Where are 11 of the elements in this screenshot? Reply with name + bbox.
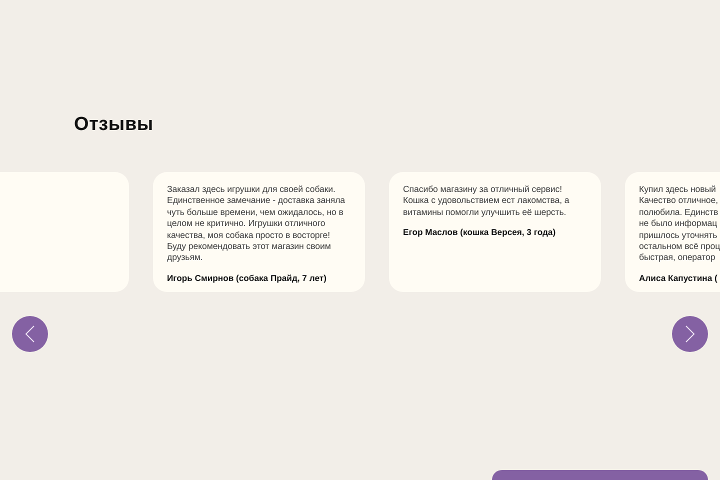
section-title: Отзывы	[74, 113, 154, 137]
review-author: Алиса Капустина (	[639, 272, 718, 283]
chevron-right-icon	[685, 325, 695, 343]
previous-button[interactable]	[12, 316, 48, 352]
review-author: Егор Маслов (кошка Версея, 3 года)	[403, 227, 557, 238]
review-text: Спасибо магазину за отличный сервис! Кошка с удовольствием ест лакомства, а витамины помогли улучшить её шерсть.	[403, 184, 570, 218]
next-button[interactable]	[672, 316, 708, 352]
review-author: Игорь Смирнов (собака Прайд, 7 лет)	[167, 272, 328, 283]
review-text: Заказал здесь игрушки для своей собаки. Единственное замечание - доставка заняла чуть больше времени, чем ожидалось, но в целом не критично. Игрушки отличного качества, моя собака просто в восторге! Буду рекомендовать этот магазин своим друзьям.	[167, 184, 346, 264]
review-text: Купил здесь новый Качество отличное, полюбила. Единств не было информац пришлось уточнять остальном всё проц быстрая, оператор	[639, 184, 720, 264]
chevron-left-icon	[25, 325, 35, 343]
